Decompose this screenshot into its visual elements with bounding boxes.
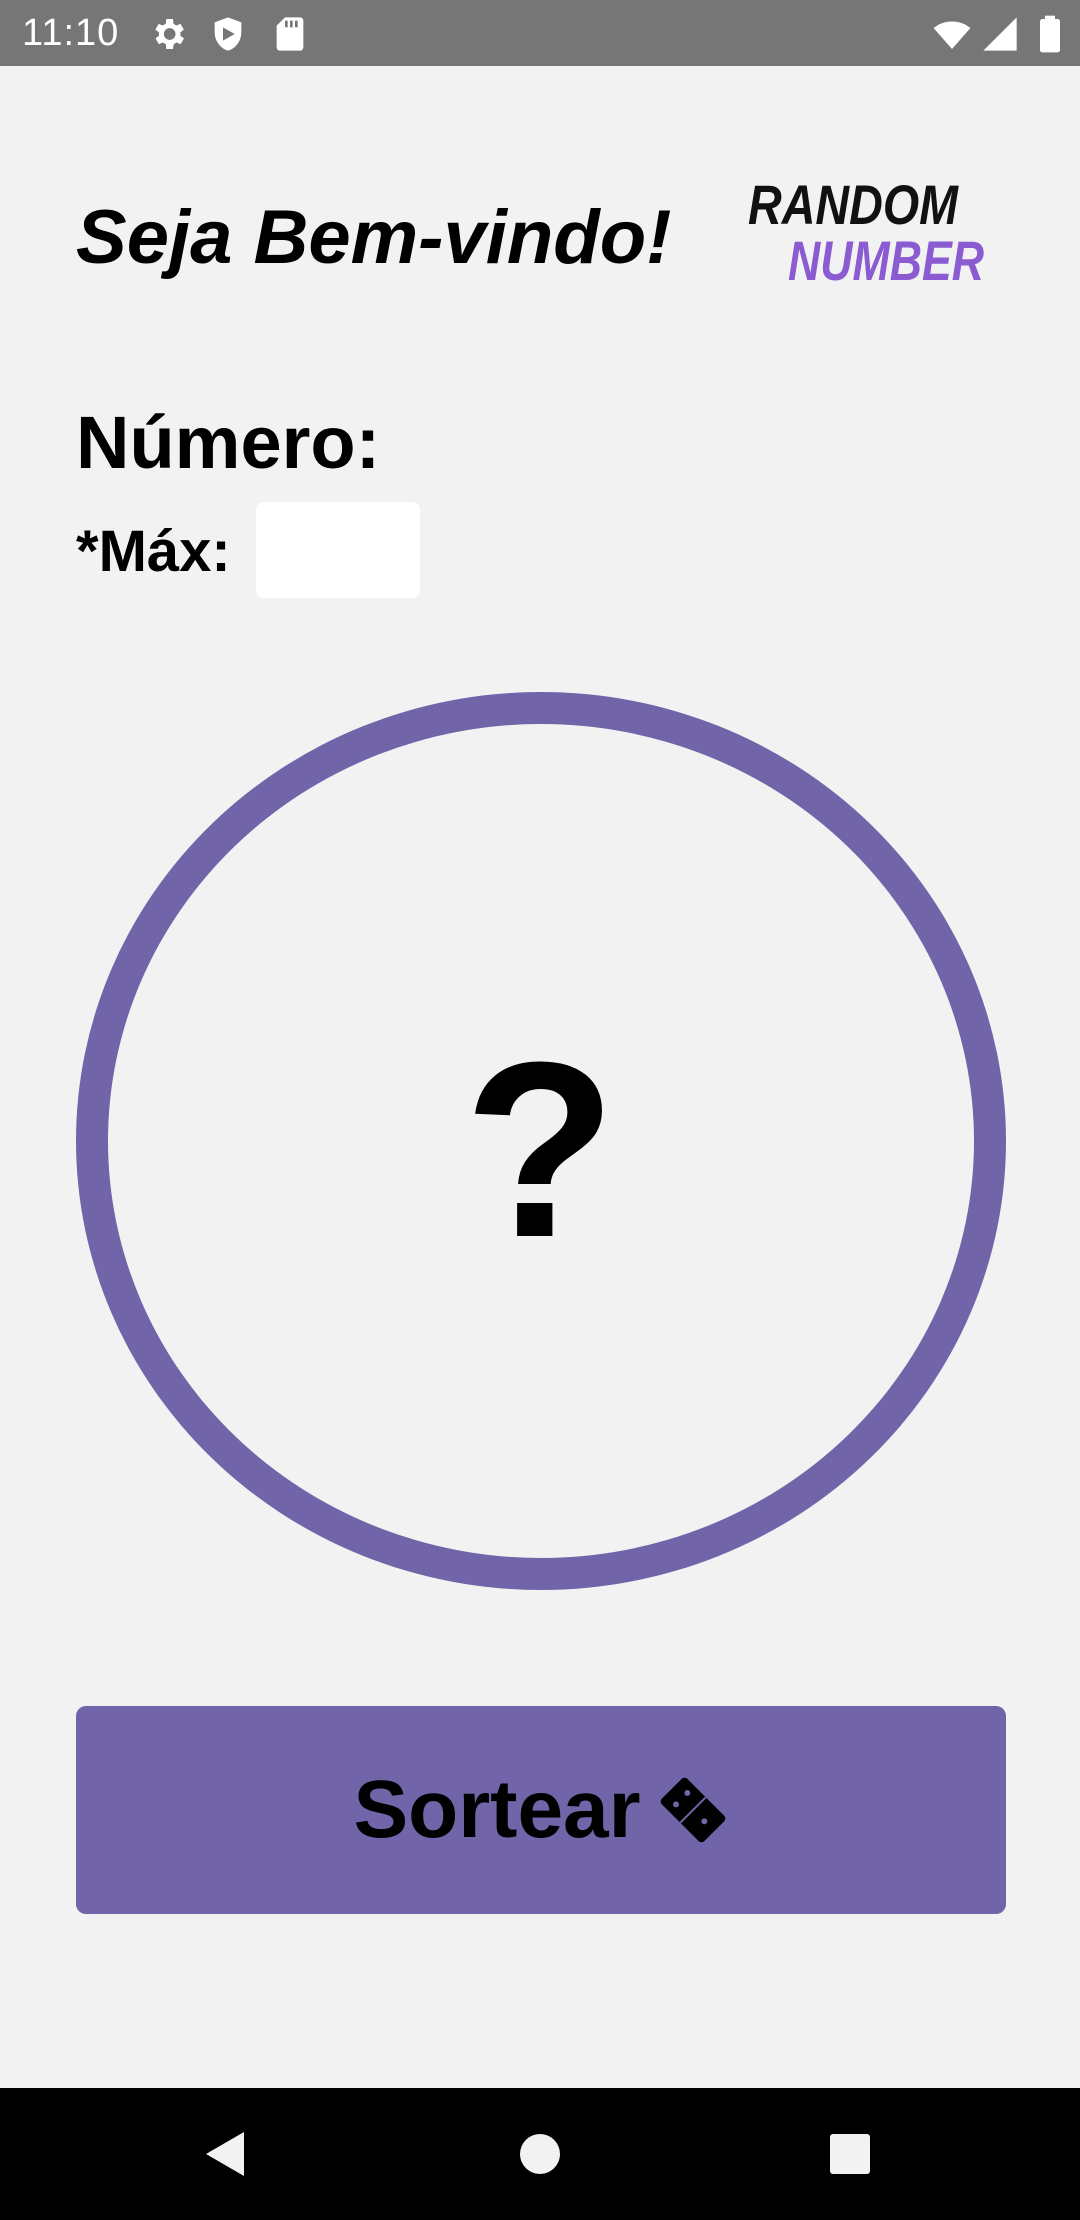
recents-icon[interactable] xyxy=(820,2124,880,2184)
shield-icon xyxy=(214,17,242,51)
welcome-title: Seja Bem-vindo! xyxy=(76,195,672,280)
status-time: 11:10 xyxy=(22,12,120,54)
result-value: ? xyxy=(463,1010,617,1289)
sd-card-icon xyxy=(276,17,304,51)
gear-icon xyxy=(155,19,184,49)
battery-icon xyxy=(1040,15,1060,53)
number-label: Número: xyxy=(76,401,381,484)
dice-icon xyxy=(660,1777,725,1843)
signal-icon xyxy=(983,17,1017,51)
wifi-icon xyxy=(933,21,971,49)
home-icon[interactable] xyxy=(510,2124,570,2184)
draw-button-label: Sortear xyxy=(353,1764,641,1855)
logo-text-random: RANDOM xyxy=(748,173,959,236)
navigation-bar xyxy=(0,2088,1080,2220)
max-input[interactable] xyxy=(256,502,420,598)
status-bar: 11:10 xyxy=(0,0,1080,66)
random-number-logo: RANDOM NUMBER xyxy=(748,173,984,292)
max-label: *Máx: xyxy=(76,519,231,584)
draw-button[interactable]: Sortear xyxy=(76,1706,1006,1914)
logo-text-number: NUMBER xyxy=(788,229,984,292)
back-icon[interactable] xyxy=(196,2124,256,2184)
